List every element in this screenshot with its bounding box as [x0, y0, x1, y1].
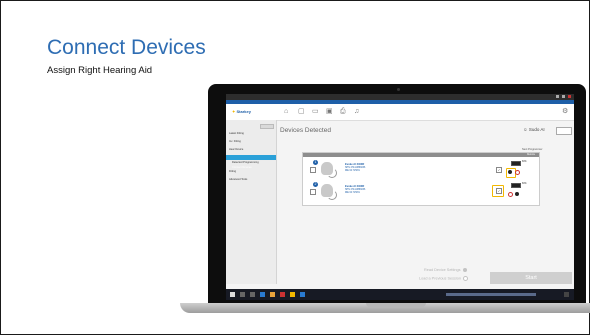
edge-icon[interactable]: [260, 292, 265, 297]
page-title: Devices Detected: [280, 127, 331, 134]
assign-right-box[interactable]: ✓: [496, 188, 502, 194]
device-name: Evoke AI 2400R: [345, 163, 365, 166]
right-ear-icon[interactable]: [515, 192, 519, 196]
right-ear-icon[interactable]: [508, 170, 512, 174]
hearing-aid-wire-icon: [327, 168, 337, 178]
next-programmer-link[interactable]: Next Programmer: [522, 148, 542, 151]
device-number-badge: 2: [313, 182, 318, 187]
sidebar-item[interactable]: Detected Programming: [232, 161, 259, 164]
taskbar: [226, 289, 574, 300]
camera-icon: [397, 88, 400, 91]
sidebar-item[interactable]: Advanced Tools: [229, 178, 247, 181]
device-checkbox[interactable]: [310, 167, 316, 173]
sidebar-item-selected[interactable]: Connect Devices: [226, 155, 276, 169]
brand-logo: ✦ Starkey: [232, 109, 251, 114]
save-icon[interactable]: ▣: [326, 108, 333, 116]
read-settings-option[interactable]: Read Device Settings: [424, 268, 467, 272]
battery-icon: [511, 161, 521, 166]
sidebar-item[interactable]: Latest Fitting: [229, 132, 244, 135]
device-detail: RIE 64.7150%: [345, 170, 360, 172]
system-tray[interactable]: [446, 293, 536, 296]
task-view-icon[interactable]: [250, 292, 255, 297]
laptop-screen: ✦ Starkey ⌂ ▢ ▭ ▣ ⎙ ♫ ⚙ Latest Fitting I…: [226, 94, 574, 300]
starkey-app-icon[interactable]: [290, 292, 295, 297]
device-checkbox[interactable]: [310, 189, 316, 195]
windows-start-icon[interactable]: [230, 292, 235, 297]
maximize-icon[interactable]: [562, 95, 565, 98]
slide-subtitle: Assign Right Hearing Aid: [47, 65, 153, 76]
start-button[interactable]: Start: [490, 272, 572, 284]
device-row[interactable]: 1 Evoke AI 2400R SHN 4744-8868236 RIE 64…: [307, 159, 535, 178]
sidebar-search[interactable]: [260, 124, 274, 129]
panel-header: 1 Device Detected Remote: [303, 153, 539, 167]
app-icon[interactable]: [300, 292, 305, 297]
battery-level: 60%: [522, 183, 527, 185]
music-icon[interactable]: ♫: [354, 108, 359, 116]
devices-panel: 1 Device Detected Remote 1 Evoke AI 2400…: [302, 152, 540, 206]
sidebar: Latest Fitting Inv. Fitting Hear Device …: [226, 120, 277, 284]
print-icon[interactable]: ⎙: [340, 108, 346, 116]
device-serial: SHN 4744-8868236: [345, 189, 366, 191]
user-toggle[interactable]: [556, 127, 572, 135]
app-toolbar: ✦ Starkey ⌂ ▢ ▭ ▣ ⎙ ♫ ⚙: [226, 104, 574, 121]
patient-icon[interactable]: ▢: [298, 108, 305, 116]
hearing-aid-wire-icon: [327, 190, 337, 200]
left-ear-icon[interactable]: [515, 170, 520, 175]
device-row[interactable]: 2 Evoke AI 2400R SHN 4744-8868236 RIE 64…: [307, 181, 535, 200]
radio-icon: [463, 276, 469, 281]
home-icon[interactable]: ⌂: [284, 108, 288, 116]
radio-icon: [462, 268, 467, 272]
device-detail: RIE 64.7150%: [345, 192, 360, 194]
sidebar-item[interactable]: Hear Device: [229, 148, 243, 151]
app-icon[interactable]: [280, 292, 285, 297]
sidebar-item[interactable]: Inv. Fitting: [229, 140, 241, 143]
device-name: Evoke AI 2400R: [345, 185, 365, 188]
close-icon[interactable]: [568, 95, 571, 98]
explorer-icon[interactable]: [270, 292, 275, 297]
load-session-option[interactable]: Load a Previous Session: [419, 276, 469, 281]
folder-icon[interactable]: ▭: [312, 108, 319, 116]
slide-title: Connect Devices: [47, 36, 206, 59]
settings-icon[interactable]: ⚙: [562, 108, 568, 116]
assign-left-box[interactable]: ✓: [496, 167, 502, 173]
user-label[interactable]: ☺ Sudo AI: [523, 127, 545, 132]
battery-icon: [511, 183, 521, 188]
device-number-badge: 1: [313, 160, 318, 165]
minimize-icon[interactable]: [556, 95, 559, 98]
device-serial: SHN 4744-8868236: [345, 167, 366, 169]
laptop-notch: [366, 303, 426, 307]
search-icon[interactable]: [240, 292, 245, 297]
notification-icon[interactable]: [564, 292, 569, 297]
sidebar-item[interactable]: Fitting: [229, 170, 236, 173]
left-ear-icon[interactable]: [508, 192, 513, 197]
battery-level: 60%: [522, 161, 527, 163]
